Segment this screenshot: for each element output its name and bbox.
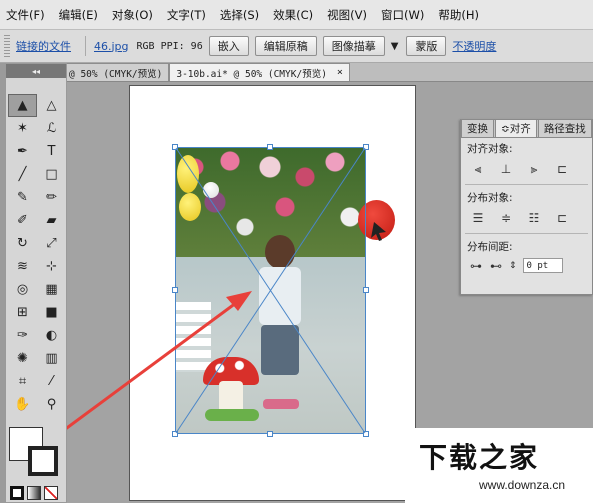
panel-tabs: 变换 ≎对齐 路径查找 [461,119,592,138]
zoom-tool-icon[interactable]: ⚲ [37,393,66,416]
distribute-objects-label: 分布对象: [467,192,513,204]
hand-tool-icon[interactable]: ✋ [8,393,37,416]
eyedropper-tool-icon[interactable]: ✑ [8,324,37,347]
color-mode-buttons [10,486,58,500]
align-objects-label: 对齐对象: [467,143,513,155]
tab-align[interactable]: ≎对齐 [495,119,537,137]
rotate-tool-icon[interactable]: ↻ [8,232,37,255]
align-top-icon[interactable]: ⊏ [555,162,569,176]
blend-tool-icon[interactable]: ◐ [37,324,66,347]
distribute-spacing-row: ⊶ ⊷ ⇕ 0 pt [461,254,592,277]
shape-builder-tool-icon[interactable]: ◎ [8,278,37,301]
align-panel: 变换 ≎对齐 路径查找 对齐对象: ⫷ ⊥ ⫸ ⊏ 分布对象: ☰ ≑ ☷ ⊏ … [460,119,593,295]
paintbrush-tool-icon[interactable]: ✎ [8,186,37,209]
watermark-logo-text: 下载之家 [419,441,540,474]
mouse-cursor-icon [371,222,386,241]
distribute-hspace-icon[interactable]: ⊷ [489,259,503,273]
direct-selection-tool-icon[interactable]: △ [37,94,66,117]
free-transform-tool-icon[interactable]: ⊹ [37,255,66,278]
gradient-mode-button[interactable] [27,486,41,500]
tab-transform[interactable]: 变换 [461,119,494,137]
tools-panel: ◂◂ ▲ △ ✶ ℒ ✒ T ╱ □ ✎ ✏ ✐ ▰ ↻ ⤢ ≋ ⊹ ◎ ▦ ⊞ ■ ✑ ◐ ✺ ▥ ⌗ ⁄ ✋ ⚲ [5,63,67,503]
scale-tool-icon[interactable]: ⤢ [37,232,66,255]
pencil-tool-icon[interactable]: ✏ [37,186,66,209]
color-mode-button[interactable] [10,486,24,500]
tools-panel-header[interactable]: ◂◂ [6,64,66,78]
eraser-tool-icon[interactable]: ▰ [37,209,66,232]
blob-brush-tool-icon[interactable]: ✐ [8,209,37,232]
divider [465,184,588,185]
line-tool-icon[interactable]: ╱ [8,163,37,186]
fill-stroke-swatches [6,424,66,503]
distribute-objects-row: ☰ ≑ ☷ ⊏ [461,205,592,231]
distribute-spacing-label: 分布间距: [467,241,513,253]
align-left-icon[interactable]: ⫷ [471,162,485,176]
rectangle-tool-icon[interactable]: □ [37,163,66,186]
gradient-tool-icon[interactable]: ■ [37,301,66,324]
align-right-icon[interactable]: ⫸ [527,162,541,176]
mesh-tool-icon[interactable]: ⊞ [8,301,37,324]
tab-pathfinder[interactable]: 路径查找 [537,119,592,137]
distribute-left-icon[interactable]: ⊏ [555,211,569,225]
spinner-arrows-icon[interactable]: ⇕ [509,261,517,271]
align-center-icon[interactable]: ⊥ [499,162,513,176]
distribute-vspace-icon[interactable]: ⊶ [469,259,483,273]
pen-tool-icon[interactable]: ✒ [8,140,37,163]
lasso-tool-icon[interactable]: ℒ [37,117,66,140]
symbol-sprayer-tool-icon[interactable]: ✺ [8,347,37,370]
artboard-tool-icon[interactable]: ⌗ [8,370,37,393]
tools-grid: ▲ △ ✶ ℒ ✒ T ╱ □ ✎ ✏ ✐ ▰ ↻ ⤢ ≋ ⊹ ◎ ▦ ⊞ ■ ✑ ◐ ✺ ▥ ⌗ ⁄ ✋ ⚲ [6,78,66,416]
spacing-value-input[interactable]: 0 pt [522,258,563,273]
align-objects-row: ⫷ ⊥ ⫸ ⊏ [461,156,592,182]
perspective-grid-tool-icon[interactable]: ▦ [37,278,66,301]
none-mode-button[interactable] [44,486,58,500]
distribute-vcenter-icon[interactable]: ≑ [499,211,513,225]
type-tool-icon[interactable]: T [37,140,66,163]
site-watermark: 下载之家 www.downza.cn [405,428,593,503]
distribute-bottom-icon[interactable]: ☷ [527,211,541,225]
collapse-icon[interactable]: ◂◂ [32,67,40,76]
stroke-swatch[interactable] [28,446,58,476]
slice-tool-icon[interactable]: ⁄ [37,370,66,393]
column-graph-tool-icon[interactable]: ▥ [37,347,66,370]
width-tool-icon[interactable]: ≋ [8,255,37,278]
magic-wand-tool-icon[interactable]: ✶ [8,117,37,140]
divider [465,233,588,234]
selection-tool-icon[interactable]: ▲ [8,94,37,117]
watermark-url: www.downza.cn [479,478,566,492]
distribute-top-icon[interactable]: ☰ [471,211,485,225]
